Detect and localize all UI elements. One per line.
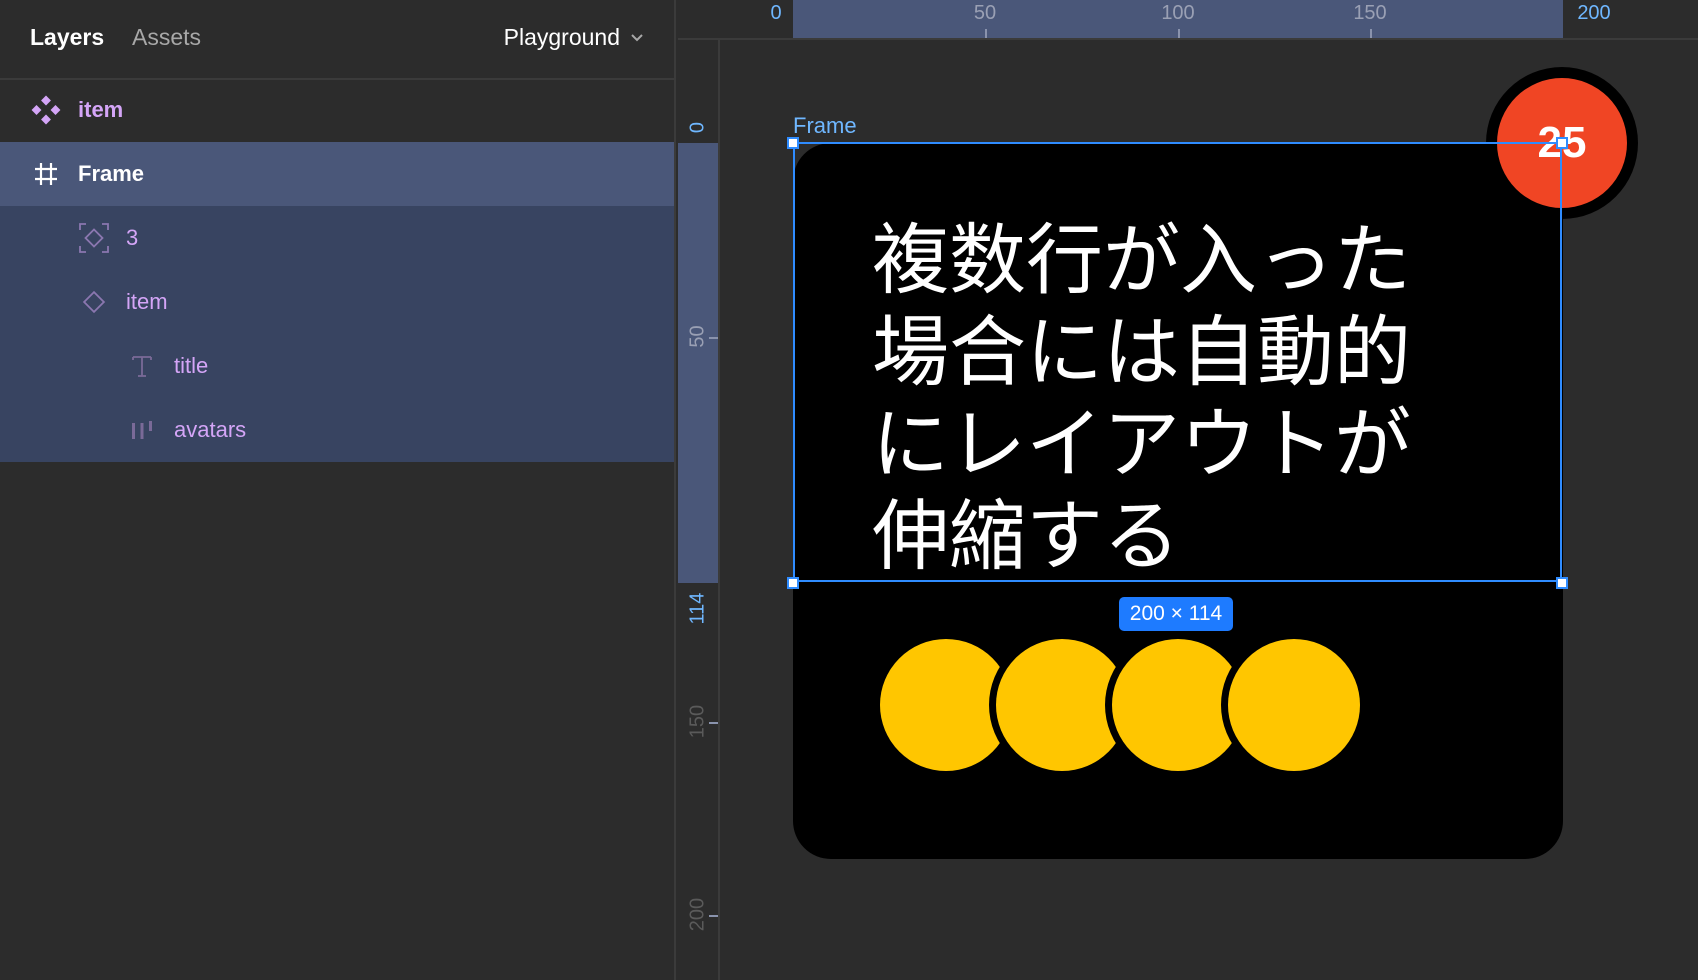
layer-row-item-component[interactable]: item (0, 78, 674, 142)
ruler-label: 114 (686, 592, 709, 625)
auto-layout-icon (132, 421, 152, 439)
layer-row-3[interactable]: 3 (0, 206, 674, 270)
ruler-label: 50 (973, 2, 997, 24)
layer-row-frame[interactable]: Frame (0, 142, 674, 206)
layer-row-item-instance[interactable]: item (0, 270, 674, 334)
panel-header: Layers Assets Playground (0, 0, 674, 80)
dimensions-badge: 200 × 114 (1119, 597, 1233, 631)
layer-label: avatars (174, 417, 247, 442)
ruler-label: 200 (1577, 2, 1611, 24)
avatar (1228, 639, 1360, 771)
ruler-tick (709, 337, 718, 339)
resize-handle-top-left[interactable] (787, 137, 799, 149)
tab-layers[interactable]: Layers (30, 24, 104, 51)
ruler-label: 150 (1353, 2, 1387, 24)
ruler-label: 0 (770, 2, 782, 24)
ruler-tick (709, 915, 718, 917)
frame-name-label[interactable]: Frame (793, 113, 857, 139)
layer-label: Frame (78, 161, 145, 186)
avatar (1112, 639, 1244, 771)
ruler-label: 50 (686, 325, 709, 348)
chevron-down-icon (631, 33, 643, 41)
ruler-tick (985, 29, 987, 38)
layer-label: item (78, 97, 124, 122)
ruler-label: 0 (686, 121, 709, 134)
avatar (996, 639, 1128, 771)
layers-panel: Layers Assets Playground item Frame 3 it… (0, 0, 676, 980)
ruler-tick (1370, 29, 1372, 38)
layer-label: item (126, 289, 168, 314)
layer-row-title[interactable]: title (0, 334, 674, 398)
ruler-vertical-selection (678, 143, 718, 583)
ruler-label: 100 (1161, 2, 1195, 24)
resize-handle-bottom-right[interactable] (1556, 577, 1568, 589)
component-icon (31, 95, 61, 125)
layer-row-avatars[interactable]: avatars (0, 398, 674, 462)
ruler-tick (709, 722, 718, 724)
page-selector[interactable]: Playground (504, 24, 644, 51)
avatar (880, 639, 1012, 771)
frame-icon (35, 163, 57, 185)
text-icon (132, 356, 152, 377)
ruler-label: 200 (686, 897, 709, 932)
instance-diamond-icon (82, 290, 106, 314)
page-selector-label: Playground (503, 24, 620, 50)
tab-assets[interactable]: Assets (132, 24, 201, 51)
ruler-tick (1178, 29, 1180, 38)
layer-label: 3 (126, 225, 139, 250)
avatars-group[interactable] (880, 639, 1360, 771)
instance-icon (79, 223, 109, 253)
ruler-label: 150 (686, 704, 709, 739)
card-title[interactable]: 複数行が入った場合には自動的にレイアウトが伸縮する (872, 216, 1462, 584)
layer-label: title (174, 353, 209, 378)
resize-handle-top-right[interactable] (1556, 137, 1568, 149)
resize-handle-bottom-left[interactable] (787, 577, 799, 589)
